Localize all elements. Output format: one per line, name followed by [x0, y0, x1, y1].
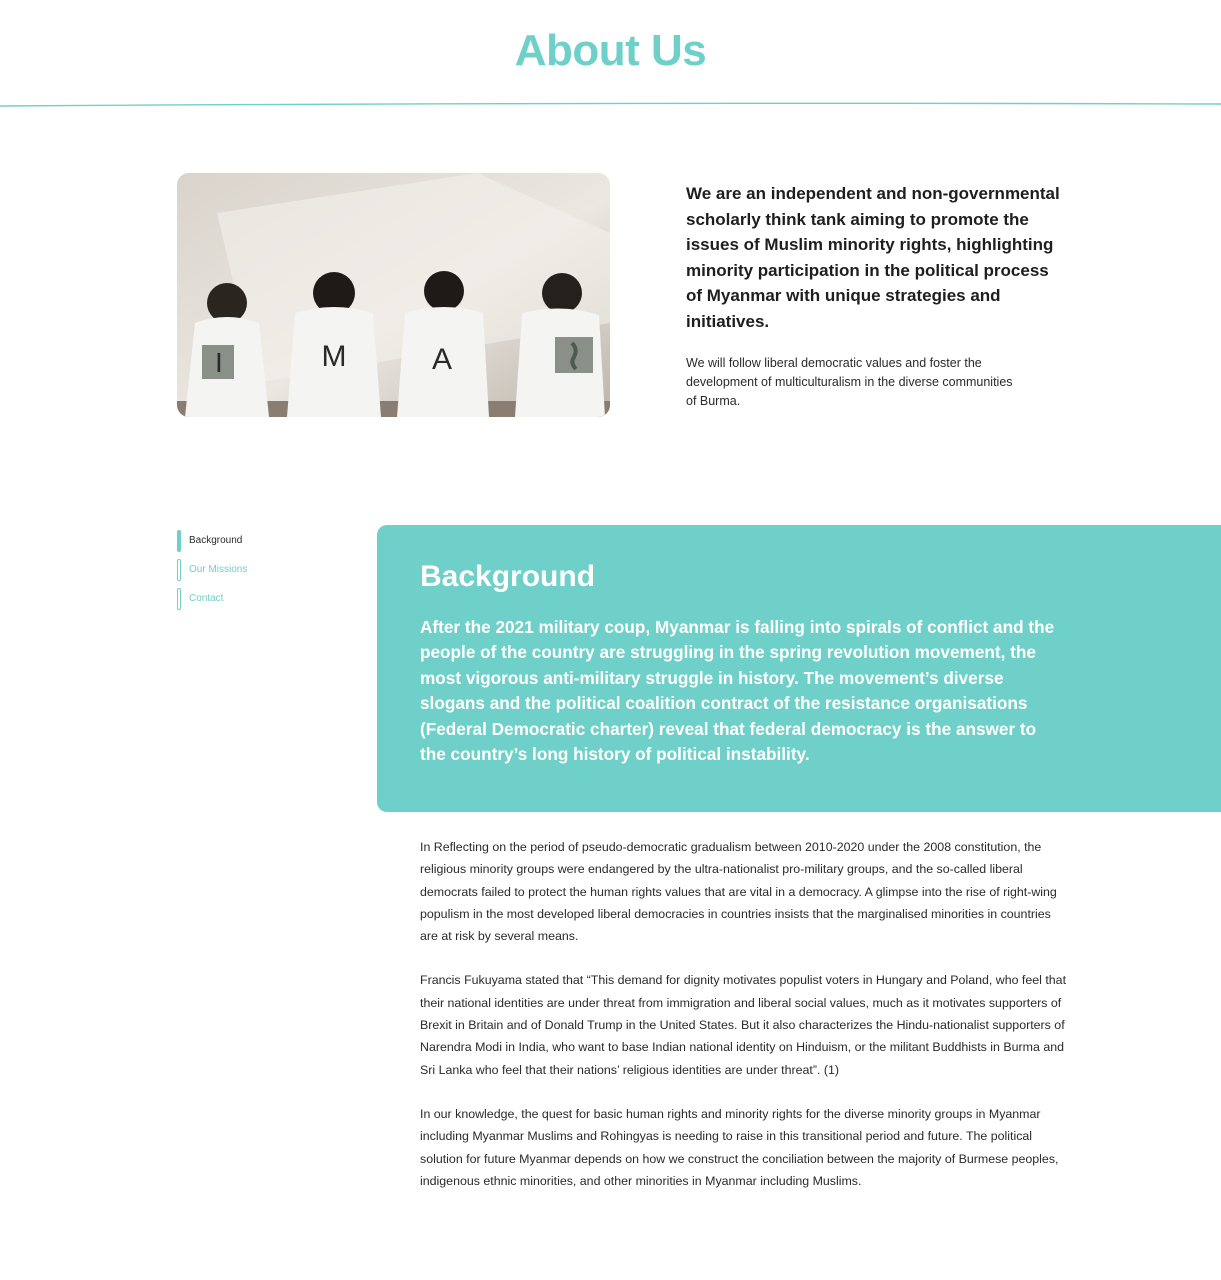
background-body: In Reflecting on the period of pseudo-de…: [420, 836, 1070, 1214]
intro-heading: We are an independent and non-government…: [686, 184, 1060, 331]
body-paragraph: In our knowledge, the quest for basic hu…: [420, 1106, 1059, 1188]
nav-marker: [177, 558, 181, 581]
nav-item-background[interactable]: Background: [177, 526, 357, 555]
shirt-letter-m: M: [322, 340, 347, 373]
nav-label: Contact: [189, 593, 224, 604]
nav-marker: [177, 529, 181, 552]
nav-label: Our Missions: [189, 564, 248, 575]
background-panel: Background After the 2021 military coup,…: [377, 525, 1221, 812]
section-nav: Background Our Missions Contact: [177, 526, 357, 613]
nav-item-our-missions[interactable]: Our Missions: [177, 555, 357, 584]
shirt-letter-a: A: [432, 343, 452, 376]
background-lead: After the 2021 military coup, Myanmar is…: [420, 617, 1055, 765]
intro-subtext: We will follow liberal democratic values…: [686, 356, 1013, 408]
background-title: Background: [420, 560, 596, 593]
header-divider: [0, 102, 1221, 107]
nav-marker: [177, 587, 181, 610]
hero-photo: I M A: [177, 173, 610, 417]
shirt-letter-i: I: [215, 347, 223, 378]
nav-label: Background: [189, 535, 243, 546]
page-title: About Us: [514, 26, 707, 75]
nav-item-contact[interactable]: Contact: [177, 584, 357, 613]
body-paragraph: Francis Fukuyama stated that “This deman…: [420, 973, 1067, 1077]
body-paragraph: In Reflecting on the period of pseudo-de…: [420, 840, 1057, 944]
